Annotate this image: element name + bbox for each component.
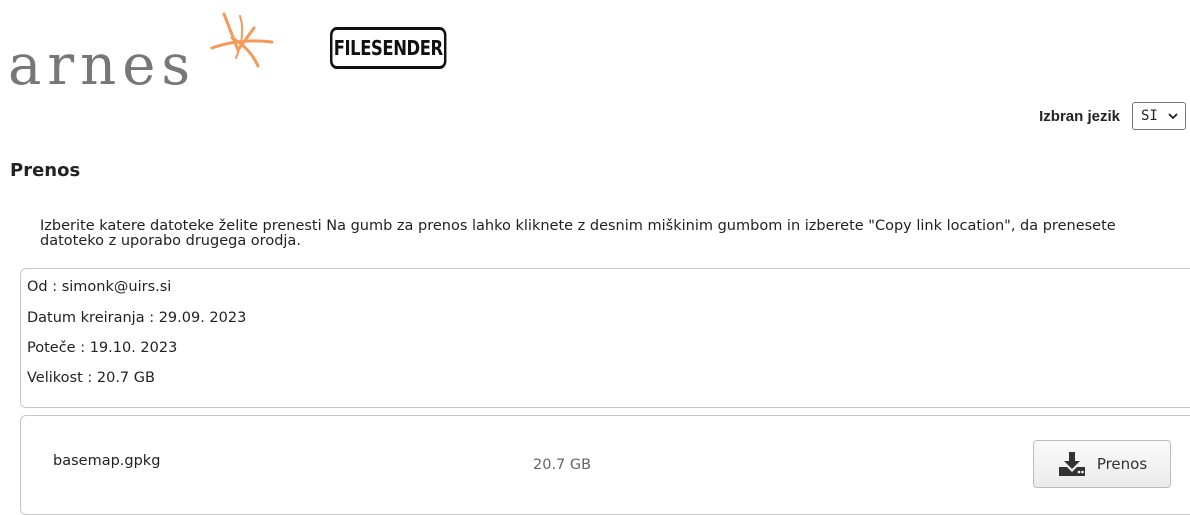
download-icon [1058, 452, 1085, 476]
chevron-down-icon [1168, 113, 1178, 120]
info-created: Datum kreiranja : 29.09. 2023 [27, 310, 247, 326]
transfer-info-panel: Od : simonk@uirs.si Datum kreiranja : 29… [20, 268, 1190, 408]
file-list-item: basemap.gpkg 20.7 GB Prenos [20, 415, 1190, 515]
language-select[interactable]: SI [1132, 102, 1186, 130]
file-name: basemap.gpkg [53, 453, 161, 469]
language-selected-value: SI [1141, 108, 1158, 124]
instructions-text: Izberite katere datoteke želite prenesti… [40, 218, 1116, 249]
header: arnes FILESENDER [0, 0, 1190, 100]
info-from: Od : simonk@uirs.si [27, 279, 172, 295]
arnes-star-icon [210, 12, 274, 68]
arnes-logo-text: arnes [8, 33, 197, 98]
language-label: Izbran jezik [1039, 107, 1120, 125]
arnes-logo[interactable]: arnes [8, 8, 288, 98]
download-label: Prenos [1096, 455, 1148, 473]
file-size: 20.7 GB [533, 457, 592, 473]
filesender-logo[interactable]: FILESENDER [330, 27, 447, 69]
info-expires: Poteče : 19.10. 2023 [27, 340, 178, 356]
download-button[interactable]: Prenos [1033, 440, 1171, 488]
info-size: Velikost : 20.7 GB [27, 370, 155, 386]
page-title: Prenos [10, 160, 81, 181]
language-selector: Izbran jezik SI [1039, 102, 1186, 130]
